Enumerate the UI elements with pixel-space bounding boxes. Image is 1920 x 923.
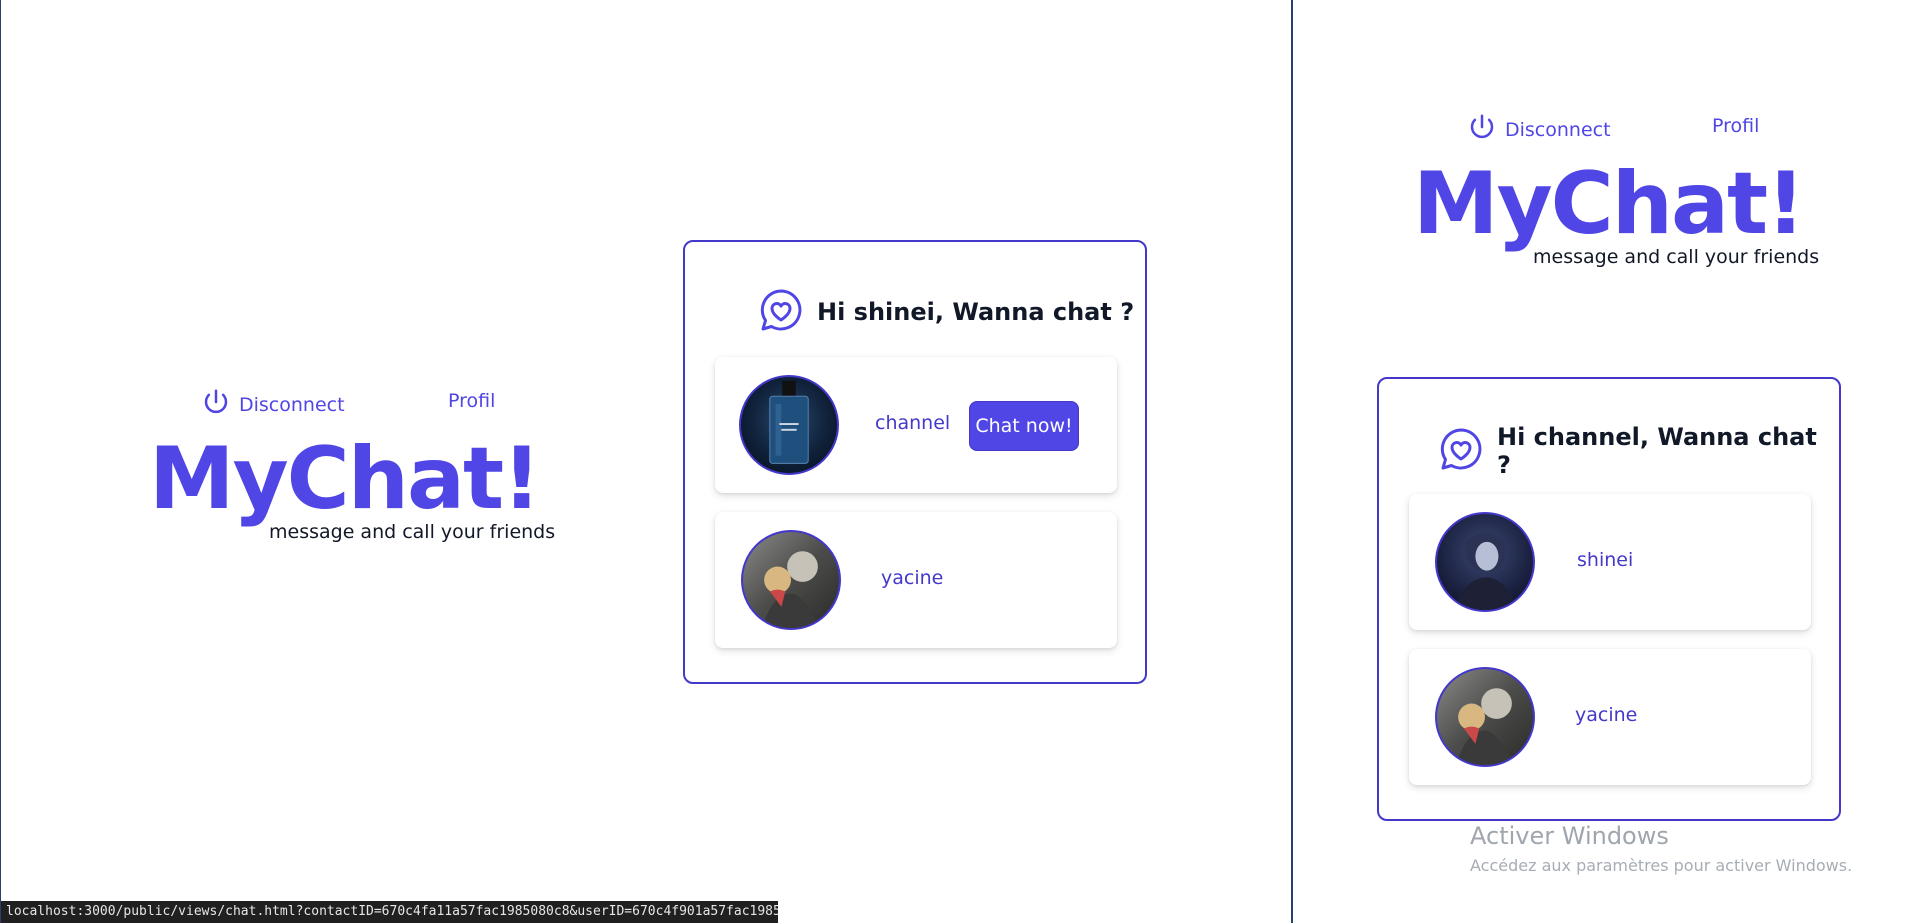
contact-item-channel[interactable]: channel Chat now! <box>715 357 1117 493</box>
right-window: Disconnect Profil MyChat! message and ca… <box>1291 0 1920 923</box>
heart-message-icon <box>757 286 817 338</box>
card-title: Hi shinei, Wanna chat ? <box>817 298 1135 326</box>
disconnect-label: Disconnect <box>239 393 345 416</box>
contact-item-shinei[interactable]: shinei <box>1409 494 1811 630</box>
contact-item-yacine[interactable]: yacine <box>715 512 1117 648</box>
card-header: Hi shinei, Wanna chat ? <box>757 286 1134 338</box>
status-bar-url: localhost:3000/public/views/chat.html?co… <box>1 901 778 923</box>
card-header: Hi channel, Wanna chat ? <box>1437 423 1839 479</box>
contact-name: yacine <box>1575 704 1638 726</box>
perfume-bottle-avatar <box>769 380 809 464</box>
anime-characters-avatar <box>762 551 820 628</box>
avatar <box>741 530 841 630</box>
contact-name: shinei <box>1577 549 1634 571</box>
avatar <box>1435 667 1535 767</box>
app-tagline: message and call your friends <box>269 521 556 543</box>
power-icon <box>1467 112 1505 147</box>
profil-link[interactable]: Profil <box>1712 115 1759 137</box>
watermark-title: Activer Windows <box>1470 822 1669 850</box>
anime-characters-avatar <box>1456 688 1514 765</box>
disconnect-label: Disconnect <box>1505 118 1611 141</box>
contacts-card: Hi shinei, Wanna chat ? channel Chat now… <box>683 240 1147 684</box>
chat-now-button[interactable]: Chat now! <box>969 401 1079 451</box>
profil-link[interactable]: Profil <box>448 390 495 412</box>
top-nav: Disconnect <box>1467 112 1611 147</box>
card-title: Hi channel, Wanna chat ? <box>1497 423 1817 479</box>
watermark-subtitle: Accédez aux paramètres pour activer Wind… <box>1470 856 1853 875</box>
contact-item-yacine[interactable]: yacine <box>1409 649 1811 785</box>
avatar <box>739 375 839 475</box>
disconnect-button[interactable]: Disconnect <box>1467 112 1611 147</box>
contact-name: channel <box>875 412 951 434</box>
dark-anime-avatar <box>1454 532 1518 610</box>
heart-message-icon <box>1437 425 1497 477</box>
app-tagline: message and call your friends <box>1533 246 1820 268</box>
avatar <box>1435 512 1535 612</box>
contact-name: yacine <box>881 567 944 589</box>
power-icon <box>201 387 239 422</box>
app-logo: MyChat! <box>149 429 541 529</box>
app-logo: MyChat! <box>1413 154 1805 254</box>
windows-activation-watermark: Activer Windows Accédez aux paramètres p… <box>1470 822 1852 875</box>
top-nav: Disconnect <box>201 387 345 422</box>
left-window: Disconnect Profil MyChat! message and ca… <box>0 0 1290 923</box>
disconnect-button[interactable]: Disconnect <box>201 387 345 422</box>
contacts-card: Hi channel, Wanna chat ? shinei yacine <box>1377 377 1841 821</box>
